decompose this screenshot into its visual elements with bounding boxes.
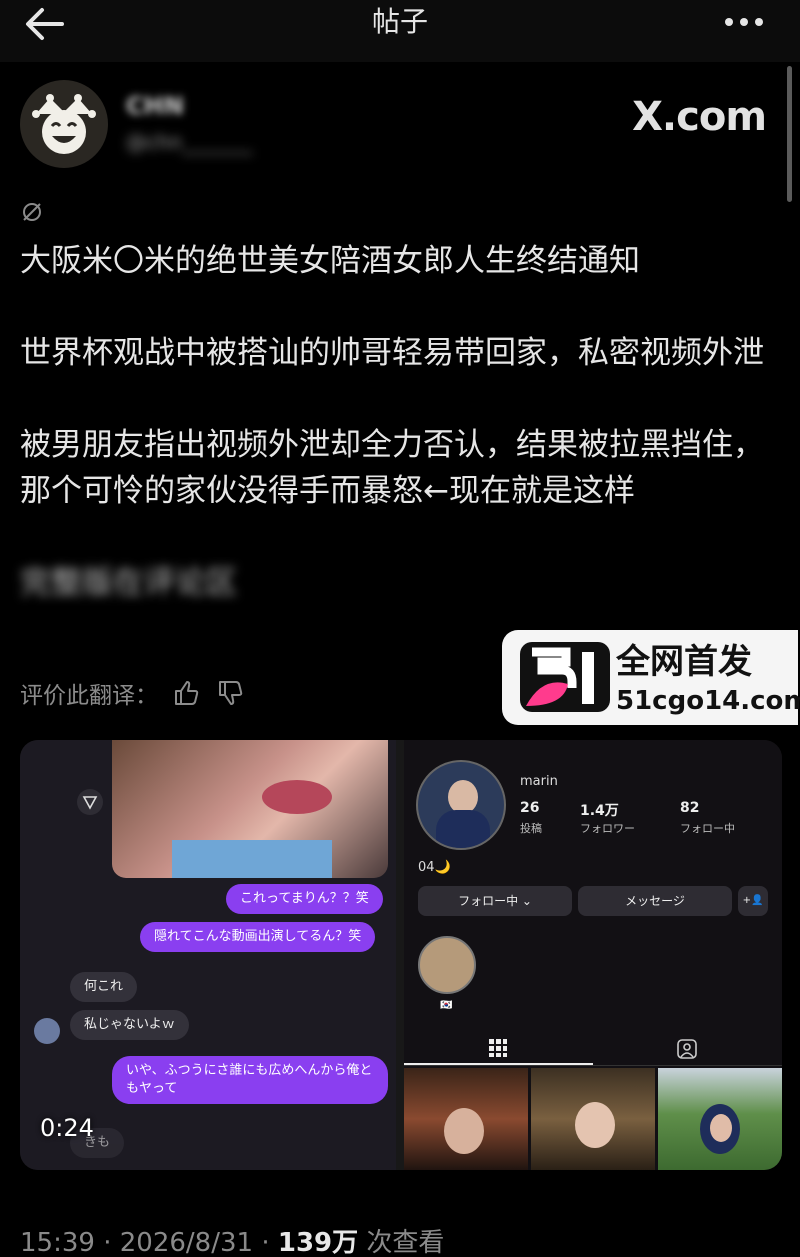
thumbs-down-icon[interactable] bbox=[216, 678, 246, 708]
profile-stat-label: 投稿 bbox=[520, 822, 542, 835]
post-paragraph-blurred: 完整版在评论区 bbox=[20, 565, 237, 601]
chat-bubble-sent: これってまりん？？笑 bbox=[226, 884, 383, 914]
post-date: 2026/8/31 bbox=[119, 1228, 254, 1257]
view-count: 139万 bbox=[277, 1228, 359, 1257]
post-thumbnail bbox=[404, 1068, 528, 1170]
video-duration: 0:24 bbox=[40, 1114, 94, 1142]
profile-bio: 04🌙 bbox=[418, 860, 451, 875]
rating-label: 评价此翻译： bbox=[20, 683, 158, 709]
view-count-suffix: 次查看 bbox=[366, 1228, 445, 1257]
more-options-icon[interactable] bbox=[724, 10, 764, 34]
post-thumbnail bbox=[531, 1068, 655, 1170]
page-title: 帖子 bbox=[371, 5, 428, 38]
story-highlight bbox=[418, 936, 476, 994]
grid-icon bbox=[489, 1039, 507, 1057]
thumbs-up-icon[interactable] bbox=[172, 678, 202, 708]
share-icon[interactable] bbox=[76, 788, 104, 816]
post-paragraph: 大阪米〇米的绝世美女陪酒女郎人生终结通知 bbox=[20, 243, 640, 279]
translate-icon bbox=[23, 203, 41, 221]
source-label: X.com bbox=[632, 94, 767, 140]
watermark-logo bbox=[520, 642, 610, 712]
chat-screenshot: これってまりん？？笑 隠れてこんな動画出演してるん？笑 何これ 私じゃないよｗ … bbox=[20, 740, 396, 1170]
watermark-title: 全网首发 bbox=[616, 642, 752, 682]
top-bar: 帖子 bbox=[0, 0, 800, 62]
chat-bubble-sent: 隠れてこんな動画出演してるん？笑 bbox=[140, 922, 376, 952]
scrollbar[interactable] bbox=[787, 66, 792, 202]
translation-rating: 评价此翻译： bbox=[20, 676, 246, 710]
profile-screenshot: marin 26 投稿 1.4万 フォロワー 82 フォロー中 04🌙 フォロー… bbox=[404, 740, 782, 1170]
author-name[interactable]: CHN bbox=[126, 92, 184, 120]
profile-tabs bbox=[404, 1030, 782, 1066]
post-paragraph: 被男朋友指出视频外泄却全力否认，结果被拉黑挡住，那个可怜的家伙没得手而暴怒←现在… bbox=[20, 427, 764, 509]
watermark-url: 51cgo14.com bbox=[616, 686, 800, 716]
tagged-icon bbox=[677, 1039, 697, 1059]
message-button: メッセージ bbox=[578, 886, 732, 916]
chat-contact-avatar bbox=[34, 1018, 60, 1044]
media-attachment[interactable]: これってまりん？？笑 隠れてこんな動画出演してるん？笑 何これ 私じゃないよｗ … bbox=[20, 740, 782, 1170]
chat-bubble-received: 私じゃないよｗ bbox=[70, 1010, 189, 1040]
video-thumbnail bbox=[112, 740, 388, 878]
chat-bubble-received: 何これ bbox=[70, 972, 138, 1002]
profile-stat-label: フォロー中 bbox=[680, 822, 735, 835]
profile-name: marin bbox=[520, 774, 558, 789]
following-button: フォロー中 ⌄ bbox=[418, 886, 572, 916]
post-paragraph: 世界杯观战中被搭讪的帅哥轻易带回家，私密视频外泄 bbox=[20, 335, 764, 371]
active-tab-indicator bbox=[404, 1063, 593, 1065]
profile-stat-value: 1.4万 bbox=[580, 803, 619, 819]
add-friend-button: +👤 bbox=[738, 886, 768, 916]
highlight-label: 🇰🇷 bbox=[440, 1000, 453, 1011]
post-text: 大阪米〇米的绝世美女陪酒女郎人生终结通知 世界杯观战中被搭讪的帅哥轻易带回家，私… bbox=[20, 238, 790, 652]
profile-stat-value: 26 bbox=[520, 800, 540, 816]
author-handle[interactable]: @chn_______ bbox=[126, 130, 252, 154]
profile-stat-label: フォロワー bbox=[580, 822, 635, 835]
post-time: 15:39 bbox=[20, 1228, 95, 1257]
post-meta: 15:39 · 2026/8/31 · 139万 次查看 bbox=[20, 1228, 445, 1257]
post-thumbnail bbox=[658, 1068, 782, 1170]
profile-stat-value: 82 bbox=[680, 800, 700, 816]
watermark-banner: 全网首发 51cgo14.com bbox=[502, 630, 800, 725]
author-avatar[interactable] bbox=[20, 80, 108, 168]
chat-bubble-sent: いや、ふつうにさ誰にも広めへんから俺ともヤって bbox=[112, 1056, 388, 1104]
profile-avatar bbox=[416, 760, 506, 850]
